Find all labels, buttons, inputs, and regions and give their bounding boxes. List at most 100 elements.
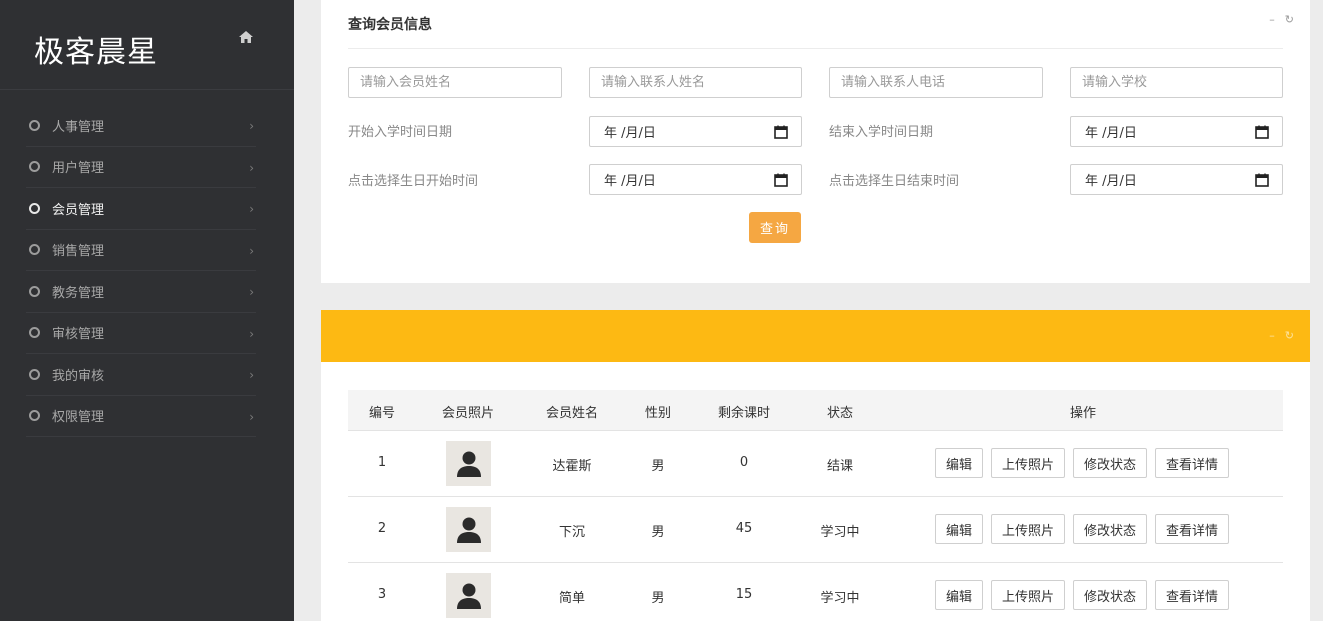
query-button[interactable]: 查询 — [749, 212, 801, 243]
remaining-hours: 45 — [735, 521, 753, 536]
circle-icon — [29, 368, 40, 380]
member-status: 学习中 — [820, 591, 860, 606]
sidebar-item-members[interactable]: 会员管理 › — [26, 188, 256, 230]
sidebar-item-label: 人事管理 — [52, 119, 105, 135]
sidebar-item-label: 用户管理 — [52, 161, 105, 177]
circle-icon — [29, 327, 40, 339]
sidebar-item-sales[interactable]: 销售管理 › — [26, 230, 256, 271]
calendar-icon[interactable] — [1255, 173, 1269, 187]
calendar-icon[interactable] — [774, 125, 788, 139]
birthday-end-date-input[interactable]: 年 /月/日 — [1070, 164, 1283, 195]
sidebar-item-hr[interactable]: 人事管理 › — [26, 105, 256, 147]
calendar-icon[interactable] — [1255, 125, 1269, 139]
column-header: 状态 — [826, 406, 854, 421]
member-photo — [446, 573, 491, 618]
sidebar-item-label: 权限管理 — [52, 410, 105, 426]
table-row: 1 达霍斯 男 0 结课 编辑 上传照片 修改状态 查看详情 — [348, 431, 1283, 497]
column-header: 会员照片 — [441, 406, 495, 421]
upload-photo-button[interactable]: 上传照片 — [991, 448, 1066, 478]
member-id: 1 — [377, 455, 387, 470]
sidebar-item-label: 审核管理 — [52, 327, 105, 343]
view-detail-button[interactable]: 查看详情 — [1155, 448, 1230, 478]
column-header: 操作 — [1069, 406, 1097, 421]
contact-phone-input[interactable] — [829, 67, 1043, 98]
collapse-icon[interactable]: – — [1269, 329, 1275, 342]
edit-button[interactable]: 编辑 — [935, 514, 984, 544]
remaining-hours: 0 — [739, 455, 749, 470]
table-row: 2 下沉 男 45 学习中 编辑 上传照片 修改状态 查看详情 — [348, 497, 1283, 563]
upload-photo-button[interactable]: 上传照片 — [991, 514, 1066, 544]
logo-area: 极客晨星 — [0, 0, 294, 90]
chevron-right-icon: › — [249, 202, 254, 216]
change-status-button[interactable]: 修改状态 — [1073, 580, 1148, 610]
circle-icon — [29, 244, 40, 256]
sidebar-item-label: 销售管理 — [52, 244, 105, 260]
divider — [348, 48, 1283, 49]
column-header: 会员姓名 — [545, 406, 599, 421]
column-header: 剩余课时 — [717, 406, 771, 421]
date-placeholder: 年 /月/日 — [604, 174, 656, 189]
enroll-start-label: 开始入学时间日期 — [348, 125, 453, 140]
edit-button[interactable]: 编辑 — [935, 580, 984, 610]
panel-header: – ↻ — [321, 310, 1310, 362]
circle-icon — [29, 410, 40, 422]
search-panel: 查询会员信息 – ↻ 开始入学时间日期 年 /月/日 结束入学时间日期 年 /月… — [321, 0, 1310, 283]
circle-icon — [29, 161, 40, 173]
birthday-start-date-input[interactable]: 年 /月/日 — [589, 164, 802, 195]
member-list-panel: – ↻ 编号 会员照片 会员姓名 性别 剩余课时 状态 操作 1 达霍斯 男 0… — [321, 310, 1310, 621]
row-actions: 编辑 上传照片 修改状态 查看详情 — [935, 448, 1230, 478]
sidebar: 极客晨星 人事管理 › 用户管理 › 会员管理 › 销售管理 › 教务管理 › … — [0, 0, 294, 621]
user-avatar-icon — [456, 451, 481, 477]
member-id: 2 — [377, 521, 387, 536]
member-name: 下沉 — [558, 525, 586, 540]
view-detail-button[interactable]: 查看详情 — [1155, 580, 1230, 610]
sidebar-item-permissions[interactable]: 权限管理 › — [26, 396, 256, 437]
member-name-input[interactable] — [348, 67, 562, 98]
member-photo — [446, 441, 491, 486]
member-gender: 男 — [651, 591, 665, 606]
enroll-end-label: 结束入学时间日期 — [829, 125, 934, 140]
edit-button[interactable]: 编辑 — [935, 448, 984, 478]
circle-icon — [29, 202, 40, 214]
sidebar-item-users[interactable]: 用户管理 › — [26, 147, 256, 188]
enroll-end-date-input[interactable]: 年 /月/日 — [1070, 116, 1283, 147]
home-icon[interactable] — [238, 30, 254, 44]
member-table: 编号 会员照片 会员姓名 性别 剩余课时 状态 操作 1 达霍斯 男 0 结课 … — [348, 390, 1283, 621]
change-status-button[interactable]: 修改状态 — [1073, 514, 1148, 544]
sidebar-item-my-review[interactable]: 我的审核 › — [26, 354, 256, 396]
birthday-start-label: 点击选择生日开始时间 — [348, 174, 479, 189]
chevron-right-icon: › — [249, 243, 254, 258]
table-header: 编号 会员照片 会员姓名 性别 剩余课时 状态 操作 — [348, 390, 1283, 431]
user-avatar-icon — [456, 583, 481, 609]
school-input[interactable] — [1070, 67, 1283, 98]
sidebar-item-label: 我的审核 — [52, 368, 105, 384]
sidebar-item-review[interactable]: 审核管理 › — [26, 313, 256, 354]
member-gender: 男 — [651, 525, 665, 540]
member-gender: 男 — [651, 459, 665, 474]
circle-icon — [29, 119, 40, 131]
member-id: 3 — [377, 587, 387, 602]
panel-tools: – ↻ — [1269, 329, 1294, 342]
enroll-start-date-input[interactable]: 年 /月/日 — [589, 116, 802, 147]
row-actions: 编辑 上传照片 修改状态 查看详情 — [935, 580, 1230, 610]
panel-tools: – ↻ — [1269, 13, 1294, 26]
change-status-button[interactable]: 修改状态 — [1073, 448, 1148, 478]
collapse-icon[interactable]: – — [1269, 13, 1275, 26]
chevron-right-icon: › — [249, 160, 254, 175]
date-placeholder: 年 /月/日 — [1085, 126, 1137, 141]
contact-name-input[interactable] — [589, 67, 802, 98]
chevron-right-icon: › — [249, 285, 254, 299]
calendar-icon[interactable] — [774, 173, 788, 187]
view-detail-button[interactable]: 查看详情 — [1155, 514, 1230, 544]
column-header: 性别 — [644, 406, 672, 421]
logo: 极客晨星 — [34, 35, 158, 70]
refresh-icon[interactable]: ↻ — [1285, 13, 1294, 26]
date-placeholder: 年 /月/日 — [1085, 174, 1137, 189]
panel-title: 查询会员信息 — [348, 17, 432, 33]
member-name: 简单 — [558, 591, 586, 606]
refresh-icon[interactable]: ↻ — [1285, 329, 1294, 342]
sidebar-item-academic[interactable]: 教务管理 › — [26, 271, 256, 313]
user-avatar-icon — [456, 517, 481, 543]
upload-photo-button[interactable]: 上传照片 — [991, 580, 1066, 610]
member-photo — [446, 507, 491, 552]
